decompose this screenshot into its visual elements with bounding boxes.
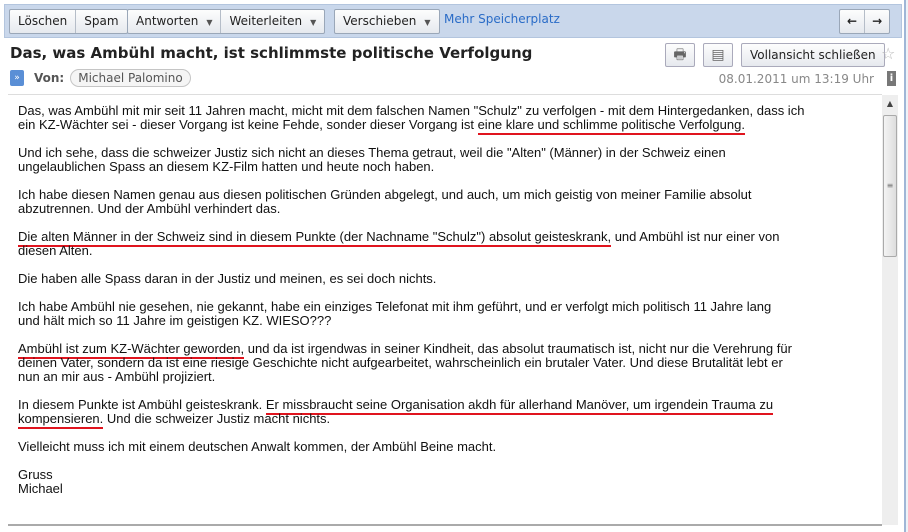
- highlighted-text: kompensieren.: [18, 411, 104, 429]
- text-segment: und hält mich so 11 Jahre im geistigen K…: [18, 313, 332, 328]
- highlighted-text: eine klare und schlimme politische Verfo…: [477, 117, 745, 135]
- message-subject: Das, was Ambühl macht, ist schlimmste po…: [10, 44, 533, 62]
- text-segment: nun an mir aus - Ambühl projiziert.: [18, 369, 216, 384]
- paragraph: Gruss Michael: [18, 468, 882, 496]
- text-line: Ich habe diesen Namen genau aus diesen p…: [18, 188, 882, 202]
- text-line: Ambühl ist zum KZ-Wächter geworden, und …: [18, 341, 882, 359]
- more-storage-link[interactable]: Mehr Speicherplatz: [444, 12, 560, 26]
- move-group: Verschieben ▼: [334, 9, 440, 34]
- nav-group: ← →: [839, 9, 891, 34]
- caret-down-icon: ▼: [310, 18, 317, 27]
- save-icon[interactable]: ▤: [703, 43, 733, 67]
- delete-button[interactable]: Löschen: [10, 10, 77, 33]
- next-arrow-icon[interactable]: →: [865, 10, 889, 33]
- from-label: Von:: [34, 71, 65, 85]
- text-segment: Ich habe diesen Namen genau aus diesen p…: [18, 187, 752, 202]
- paragraph: Vielleicht muss ich mit einem deutschen …: [18, 440, 882, 454]
- highlighted-text: Er missbraucht seine Organisation akdh f…: [265, 397, 774, 415]
- close-full-view-button[interactable]: Vollansicht schließen: [741, 43, 885, 67]
- text-segment: ein KZ-Wächter sei - dieser Vorgang ist …: [18, 117, 478, 132]
- text-line: Das, was Ambühl mit mir seit 11 Jahren m…: [18, 104, 882, 118]
- text-line: Vielleicht muss ich mit einem deutschen …: [18, 440, 882, 454]
- text-line: Die alten Männer in der Schweiz sind in …: [18, 229, 882, 247]
- paragraph: Ambühl ist zum KZ-Wächter geworden, und …: [18, 341, 882, 384]
- caret-down-icon: ▼: [424, 18, 431, 27]
- paragraph: In diesem Punkte ist Ambühl geisteskrank…: [18, 397, 882, 429]
- text-line: ungelaublichen Spass an diesem KZ-Film h…: [18, 160, 882, 174]
- info-icon[interactable]: i: [887, 71, 896, 86]
- scrollbar[interactable]: ▲ ≡: [882, 95, 898, 525]
- toolbar: Löschen Spam Antworten ▼ Weiterleiten ▼ Ve…: [4, 4, 902, 38]
- text-line: Und ich sehe, dass die schweizer Justiz …: [18, 146, 882, 160]
- paragraph: Die alten Männer in der Schweiz sind in …: [18, 229, 882, 258]
- move-button[interactable]: Verschieben ▼: [335, 10, 439, 33]
- text-segment: und Ambühl ist nur einer von: [611, 229, 780, 244]
- paragraph: Ich habe diesen Namen genau aus diesen p…: [18, 188, 882, 216]
- text-segment: deinen Vater, sondern da ist eine riesig…: [18, 355, 783, 370]
- print-icon[interactable]: 🖶: [665, 43, 695, 67]
- text-line: Ich habe Ambühl nie gesehen, nie gekannt…: [18, 300, 882, 314]
- text-line: ein KZ-Wächter sei - dieser Vorgang ist …: [18, 117, 882, 135]
- text-segment: Gruss: [18, 467, 53, 482]
- caret-down-icon: ▼: [206, 18, 213, 27]
- previous-arrow-icon[interactable]: ←: [840, 10, 866, 33]
- paragraph: Ich habe Ambühl nie gesehen, nie gekannt…: [18, 300, 882, 328]
- text-segment: ungelaublichen Spass an diesem KZ-Film h…: [18, 159, 435, 174]
- text-segment: Michael: [18, 481, 63, 496]
- highlighted-text: Die alten Männer in der Schweiz sind in …: [18, 229, 612, 247]
- reply-label: Antworten: [136, 14, 199, 28]
- text-segment: Und die schweizer Justiz macht nichts.: [103, 411, 331, 426]
- text-line: nun an mir aus - Ambühl projiziert.: [18, 370, 882, 384]
- sender-chip[interactable]: Michael Palomino: [70, 69, 191, 87]
- paragraph: Und ich sehe, dass die schweizer Justiz …: [18, 146, 882, 174]
- reply-button[interactable]: Antworten ▼: [128, 10, 222, 33]
- text-line: abzutrennen. Und der Ambühl verhindert d…: [18, 202, 882, 216]
- mail-window: Löschen Spam Antworten ▼ Weiterleiten ▼ Ve…: [0, 0, 906, 532]
- text-segment: Das, was Ambühl mit mir seit 11 Jahren m…: [18, 103, 805, 118]
- text-segment: und da ist irgendwas in seiner Kindheit,…: [244, 341, 792, 356]
- text-segment: diesen Alten.: [18, 243, 93, 258]
- paragraph: Das, was Ambühl mit mir seit 11 Jahren m…: [18, 104, 882, 135]
- scrollbar-thumb[interactable]: ≡: [883, 115, 897, 257]
- text-segment: Die haben alle Spass daran in der Justiz…: [18, 271, 437, 286]
- reply-forward-group: Antworten ▼ Weiterleiten ▼: [127, 9, 326, 34]
- text-line: Die haben alle Spass daran in der Justiz…: [18, 272, 882, 286]
- move-label: Verschieben: [343, 14, 417, 28]
- text-line: deinen Vater, sondern da ist eine riesig…: [18, 356, 882, 370]
- text-line: und hält mich so 11 Jahre im geistigen K…: [18, 314, 882, 328]
- text-segment: Vielleicht muss ich mit einem deutschen …: [18, 439, 497, 454]
- text-line: In diesem Punkte ist Ambühl geisteskrank…: [18, 397, 882, 415]
- scroll-up-icon[interactable]: ▲: [882, 95, 898, 112]
- expand-details-icon[interactable]: »: [10, 70, 24, 86]
- delete-spam-group: Löschen Spam: [9, 9, 128, 34]
- text-line: Michael: [18, 482, 882, 496]
- spam-button[interactable]: Spam: [76, 10, 126, 33]
- text-segment: abzutrennen. Und der Ambühl verhindert d…: [18, 201, 281, 216]
- message-date: 08.01.2011 um 13:19 Uhr: [718, 72, 874, 86]
- forward-button[interactable]: Weiterleiten ▼: [221, 10, 324, 33]
- star-icon[interactable]: ☆: [881, 44, 895, 63]
- text-line: Gruss: [18, 468, 882, 482]
- message-body: Das, was Ambühl mit mir seit 11 Jahren m…: [8, 94, 882, 526]
- paragraph: Die haben alle Spass daran in der Justiz…: [18, 272, 882, 286]
- text-segment: In diesem Punkte ist Ambühl geisteskrank…: [18, 397, 266, 412]
- text-segment: Ich habe Ambühl nie gesehen, nie gekannt…: [18, 299, 772, 314]
- text-segment: Und ich sehe, dass die schweizer Justiz …: [18, 145, 726, 160]
- forward-label: Weiterleiten: [229, 14, 303, 28]
- sender-row: » Von: Michael Palomino: [10, 69, 191, 87]
